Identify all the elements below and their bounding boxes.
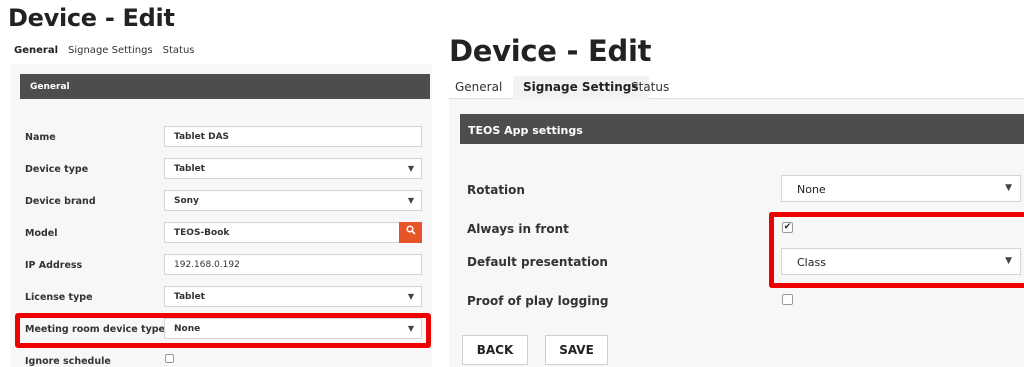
highlight-box — [769, 212, 1024, 288]
always-in-front-label: Always in front — [467, 222, 569, 236]
page-title: Device - Edit — [8, 4, 175, 32]
caret-down-icon: ▼ — [407, 164, 414, 173]
device-type-select[interactable]: Tablet ▼ — [164, 158, 422, 179]
highlight-box — [15, 313, 431, 348]
model-label: Model — [25, 228, 58, 239]
license-type-select[interactable]: Tablet ▼ — [164, 286, 422, 307]
ip-address-input[interactable]: 192.168.0.192 — [164, 254, 422, 275]
name-value: Tablet DAS — [174, 132, 230, 142]
device-type-label: Device type — [25, 164, 89, 175]
caret-down-icon: ▼ — [1005, 183, 1012, 193]
section-header-teos-app-settings: TEOS App settings — [460, 114, 1024, 144]
tab-general[interactable]: General — [455, 76, 502, 99]
name-input[interactable]: Tablet DAS — [164, 126, 422, 147]
device-brand-label: Device brand — [25, 196, 96, 207]
ignore-schedule-label: Ignore schedule — [25, 356, 111, 367]
default-presentation-label: Default presentation — [467, 255, 608, 269]
model-input[interactable]: TEOS-Book — [164, 222, 422, 243]
tab-signage-settings[interactable]: Signage Settings — [68, 45, 153, 56]
name-label: Name — [25, 132, 56, 143]
license-type-value: Tablet — [174, 292, 205, 302]
ip-address-value: 192.168.0.192 — [174, 260, 240, 270]
page-title: Device - Edit — [449, 34, 652, 68]
tab-bar: General Signage Settings Status — [14, 45, 195, 56]
model-value: TEOS-Book — [174, 228, 230, 238]
section-header-general: General — [20, 74, 430, 99]
search-icon — [405, 225, 416, 235]
tab-signage-settings[interactable]: Signage Settings — [513, 76, 649, 99]
license-type-label: License type — [25, 292, 93, 303]
tab-status[interactable]: Status — [163, 45, 195, 56]
device-brand-select[interactable]: Sony ▼ — [164, 190, 422, 211]
proof-of-play-logging-checkbox[interactable] — [782, 294, 793, 305]
rotation-select[interactable]: None ▼ — [781, 175, 1021, 202]
proof-of-play-logging-label: Proof of play logging — [467, 294, 609, 308]
caret-down-icon: ▼ — [407, 292, 414, 301]
left-device-edit-panel: Device - Edit General Signage Settings S… — [0, 0, 432, 367]
rotation-label: Rotation — [467, 183, 525, 197]
back-button[interactable]: BACK — [462, 335, 528, 365]
search-button[interactable] — [399, 222, 422, 243]
tab-bar: General Signage Settings Status — [449, 76, 1024, 99]
caret-down-icon: ▼ — [407, 196, 414, 205]
ip-address-label: IP Address — [25, 260, 83, 271]
tab-status[interactable]: Status — [631, 76, 669, 99]
device-brand-value: Sony — [174, 196, 199, 206]
device-type-value: Tablet — [174, 164, 205, 174]
save-button[interactable]: SAVE — [545, 335, 608, 365]
ignore-schedule-checkbox[interactable] — [165, 354, 174, 363]
tab-general[interactable]: General — [14, 45, 58, 56]
right-device-edit-panel: Device - Edit General Signage Settings S… — [441, 0, 1024, 367]
rotation-value: None — [797, 183, 826, 196]
